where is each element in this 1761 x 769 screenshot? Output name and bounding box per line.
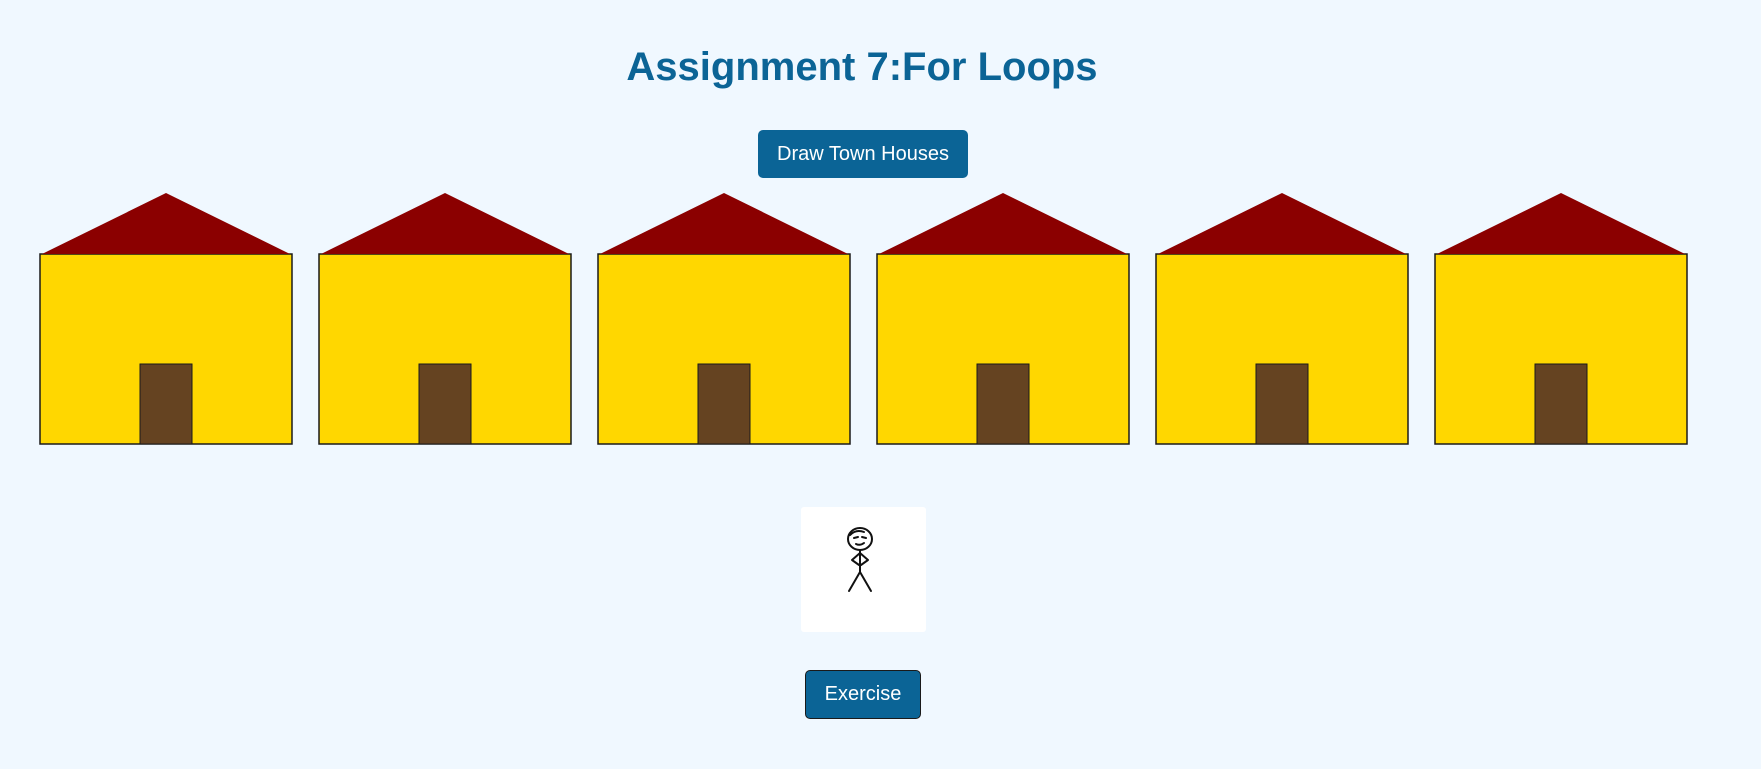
house [1155, 193, 1409, 445]
stick-figure-panel [801, 507, 926, 632]
stick-figure-icon [847, 527, 873, 592]
house-door [418, 363, 472, 445]
house-door [976, 363, 1030, 445]
house-roof [1158, 193, 1406, 254]
house [597, 193, 851, 445]
house-door [697, 363, 751, 445]
house [39, 193, 293, 445]
house-roof [42, 193, 290, 254]
house-door [1255, 363, 1309, 445]
house-door [1534, 363, 1588, 445]
page-title: Assignment 7:For Loops [626, 45, 1098, 89]
page: Assignment 7:For Loops Draw Town Houses [0, 0, 1761, 769]
house-roof [1437, 193, 1685, 254]
house-door [139, 363, 193, 445]
draw-town-houses-button[interactable]: Draw Town Houses [758, 130, 968, 178]
house [1434, 193, 1688, 445]
house-roof [879, 193, 1127, 254]
exercise-button[interactable]: Exercise [805, 670, 921, 719]
house-roof [321, 193, 569, 254]
house-roof [600, 193, 848, 254]
town-canvas [39, 193, 1688, 445]
house [318, 193, 572, 445]
house [876, 193, 1130, 445]
